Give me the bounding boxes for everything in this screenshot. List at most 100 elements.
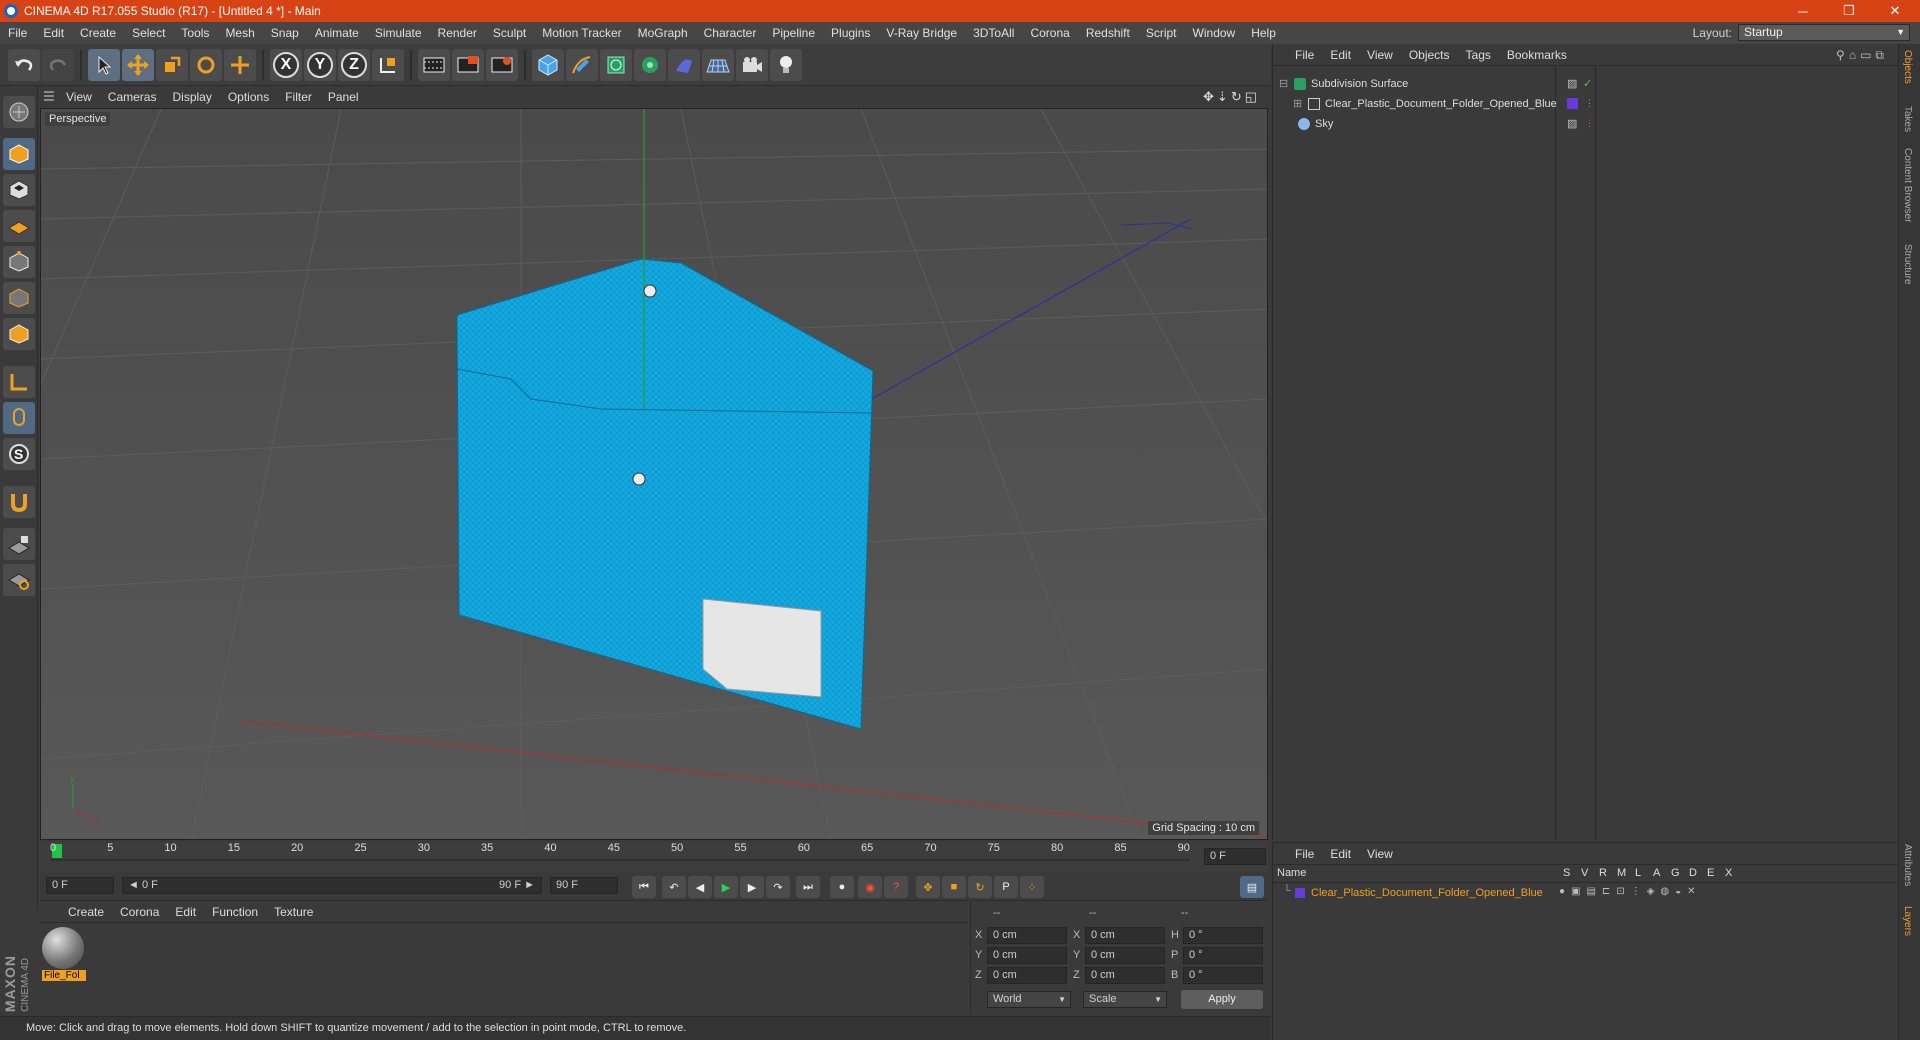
- perspective-viewport[interactable]: y x Perspective Grid Spacing : 10 cm: [40, 108, 1268, 840]
- undo-icon[interactable]: [8, 49, 40, 81]
- size-z-field[interactable]: 0 cm: [1085, 967, 1165, 984]
- restore-button[interactable]: ❐: [1826, 0, 1872, 22]
- points-mode-icon[interactable]: [3, 246, 35, 278]
- visibility-toggle[interactable]: ▨: [1567, 117, 1577, 130]
- objects-menu-tags[interactable]: Tags: [1458, 48, 1499, 62]
- objects-menu-edit[interactable]: Edit: [1322, 48, 1359, 62]
- deformer-icon[interactable]: [668, 49, 700, 81]
- objects-menu-file[interactable]: File: [1287, 48, 1322, 62]
- render-settings-icon[interactable]: [486, 49, 518, 81]
- material-menu-edit[interactable]: Edit: [167, 905, 204, 919]
- pivot-handle-top[interactable]: [643, 284, 657, 298]
- tweak-mode-icon[interactable]: [3, 402, 35, 434]
- grid-lock-icon[interactable]: [3, 528, 35, 560]
- previous-key-icon[interactable]: ↶: [662, 876, 686, 898]
- menu-mesh[interactable]: Mesh: [217, 26, 262, 40]
- layers-menu-edit[interactable]: Edit: [1322, 847, 1359, 861]
- layout-select[interactable]: Startup ▼: [1738, 24, 1910, 41]
- size-y-field[interactable]: 0 cm: [1085, 947, 1165, 964]
- menu-animate[interactable]: Animate: [307, 26, 367, 40]
- x-axis-icon[interactable]: X: [270, 49, 302, 81]
- end-frame-field[interactable]: 90 F: [550, 877, 618, 894]
- material-menu-create[interactable]: Create: [60, 905, 112, 919]
- timeline-window-icon[interactable]: ▤: [1240, 876, 1264, 898]
- layers-menu-view[interactable]: View: [1359, 847, 1401, 861]
- rot-b-field[interactable]: 0 °: [1183, 967, 1263, 984]
- menu-motion-tracker[interactable]: Motion Tracker: [534, 26, 629, 40]
- move-icon[interactable]: [122, 49, 154, 81]
- menu-edit[interactable]: Edit: [35, 26, 72, 40]
- key-pla-icon[interactable]: ⁘: [1020, 876, 1044, 898]
- material-menu-function[interactable]: Function: [204, 905, 266, 919]
- cube-icon[interactable]: [532, 49, 564, 81]
- menu-create[interactable]: Create: [72, 26, 124, 40]
- layers-menu-file[interactable]: File: [1287, 847, 1322, 861]
- tab-takes[interactable]: Takes: [1902, 106, 1913, 132]
- menu-mograph[interactable]: MoGraph: [630, 26, 696, 40]
- redo-icon[interactable]: [42, 49, 74, 81]
- enabled-check-icon[interactable]: ✓: [1583, 77, 1592, 90]
- viewport-menu-view[interactable]: View: [58, 90, 100, 104]
- menu-plugins[interactable]: Plugins: [823, 26, 878, 40]
- coordinate-mode-select[interactable]: World ▼: [987, 991, 1071, 1008]
- pivot-handle-center[interactable]: [632, 472, 646, 486]
- menu-vray-bridge[interactable]: V-Ray Bridge: [878, 26, 965, 40]
- rot-h-field[interactable]: 0 °: [1183, 927, 1263, 944]
- light-icon[interactable]: [770, 49, 802, 81]
- menu-snap[interactable]: Snap: [263, 26, 307, 40]
- viewport-menu-display[interactable]: Display: [164, 90, 219, 104]
- pos-z-field[interactable]: 0 cm: [987, 967, 1067, 984]
- close-button[interactable]: ✕: [1872, 0, 1918, 22]
- tab-objects[interactable]: Objects: [1902, 50, 1913, 84]
- apply-button[interactable]: Apply: [1181, 990, 1263, 1009]
- play-icon[interactable]: ▶: [714, 876, 738, 898]
- tab-layers[interactable]: Layers: [1902, 906, 1913, 936]
- visibility-dots[interactable]: ⋮: [1585, 118, 1594, 129]
- go-to-start-icon[interactable]: ⏮: [632, 876, 656, 898]
- start-frame-field[interactable]: 0 F: [46, 877, 114, 894]
- viewport-menu-panel[interactable]: Panel: [320, 90, 367, 104]
- previous-frame-icon[interactable]: ◀: [688, 876, 712, 898]
- record-keys-icon[interactable]: ●: [830, 876, 854, 898]
- size-x-field[interactable]: 0 cm: [1085, 927, 1165, 944]
- subdivision-icon[interactable]: [600, 49, 632, 81]
- edges-mode-icon[interactable]: [3, 282, 35, 314]
- menu-sculpt[interactable]: Sculpt: [485, 26, 534, 40]
- keyframe-selection-icon[interactable]: ?: [884, 876, 908, 898]
- material-menu-texture[interactable]: Texture: [266, 905, 321, 919]
- menu-render[interactable]: Render: [430, 26, 485, 40]
- search-icon[interactable]: ⚲⌂▭⧉: [1836, 48, 1888, 63]
- tab-structure[interactable]: Structure: [1902, 244, 1913, 285]
- coordinate-system-icon[interactable]: [372, 49, 404, 81]
- camera-icon[interactable]: [736, 49, 768, 81]
- viewport-nav-icons[interactable]: ✥⇣↻◱: [1203, 89, 1260, 105]
- menu-3dtoall[interactable]: 3DToAll: [965, 26, 1022, 40]
- render-picture-viewer-icon[interactable]: [452, 49, 484, 81]
- texture-mode-icon[interactable]: [3, 174, 35, 206]
- scale-icon[interactable]: [156, 49, 188, 81]
- key-rotation-icon[interactable]: ↻: [968, 876, 992, 898]
- object-row-sky[interactable]: Sky ▨ ⋮: [1279, 114, 1889, 133]
- viewport-menu-cameras[interactable]: Cameras: [100, 90, 165, 104]
- tree-expand-icon[interactable]: ⊞: [1293, 97, 1303, 110]
- menu-select[interactable]: Select: [124, 26, 173, 40]
- viewport-menu-filter[interactable]: Filter: [277, 90, 320, 104]
- snap-icon[interactable]: S: [3, 438, 35, 470]
- select-arrow-icon[interactable]: [88, 49, 120, 81]
- menu-redshift[interactable]: Redshift: [1078, 26, 1138, 40]
- make-editable-icon[interactable]: [3, 96, 35, 128]
- visibility-dots[interactable]: ⋮: [1585, 98, 1594, 109]
- next-frame-icon[interactable]: ▶: [740, 876, 764, 898]
- size-mode-select[interactable]: Scale ▼: [1083, 991, 1167, 1008]
- menu-tools[interactable]: Tools: [173, 26, 217, 40]
- layer-color-swatch[interactable]: [1295, 888, 1305, 898]
- render-view-icon[interactable]: [418, 49, 450, 81]
- material-tag-icon[interactable]: [1567, 98, 1578, 109]
- tab-attributes[interactable]: Attributes: [1902, 844, 1913, 886]
- next-key-icon[interactable]: ↷: [766, 876, 790, 898]
- transform-icon[interactable]: [224, 49, 256, 81]
- layer-toggle-icons[interactable]: ●▣▤⊏⊡⋮◈◍◒✕: [1559, 886, 1702, 897]
- magnet-icon[interactable]: [3, 486, 35, 518]
- pos-x-field[interactable]: 0 cm: [987, 927, 1067, 944]
- go-to-end-icon[interactable]: ⏭: [796, 876, 820, 898]
